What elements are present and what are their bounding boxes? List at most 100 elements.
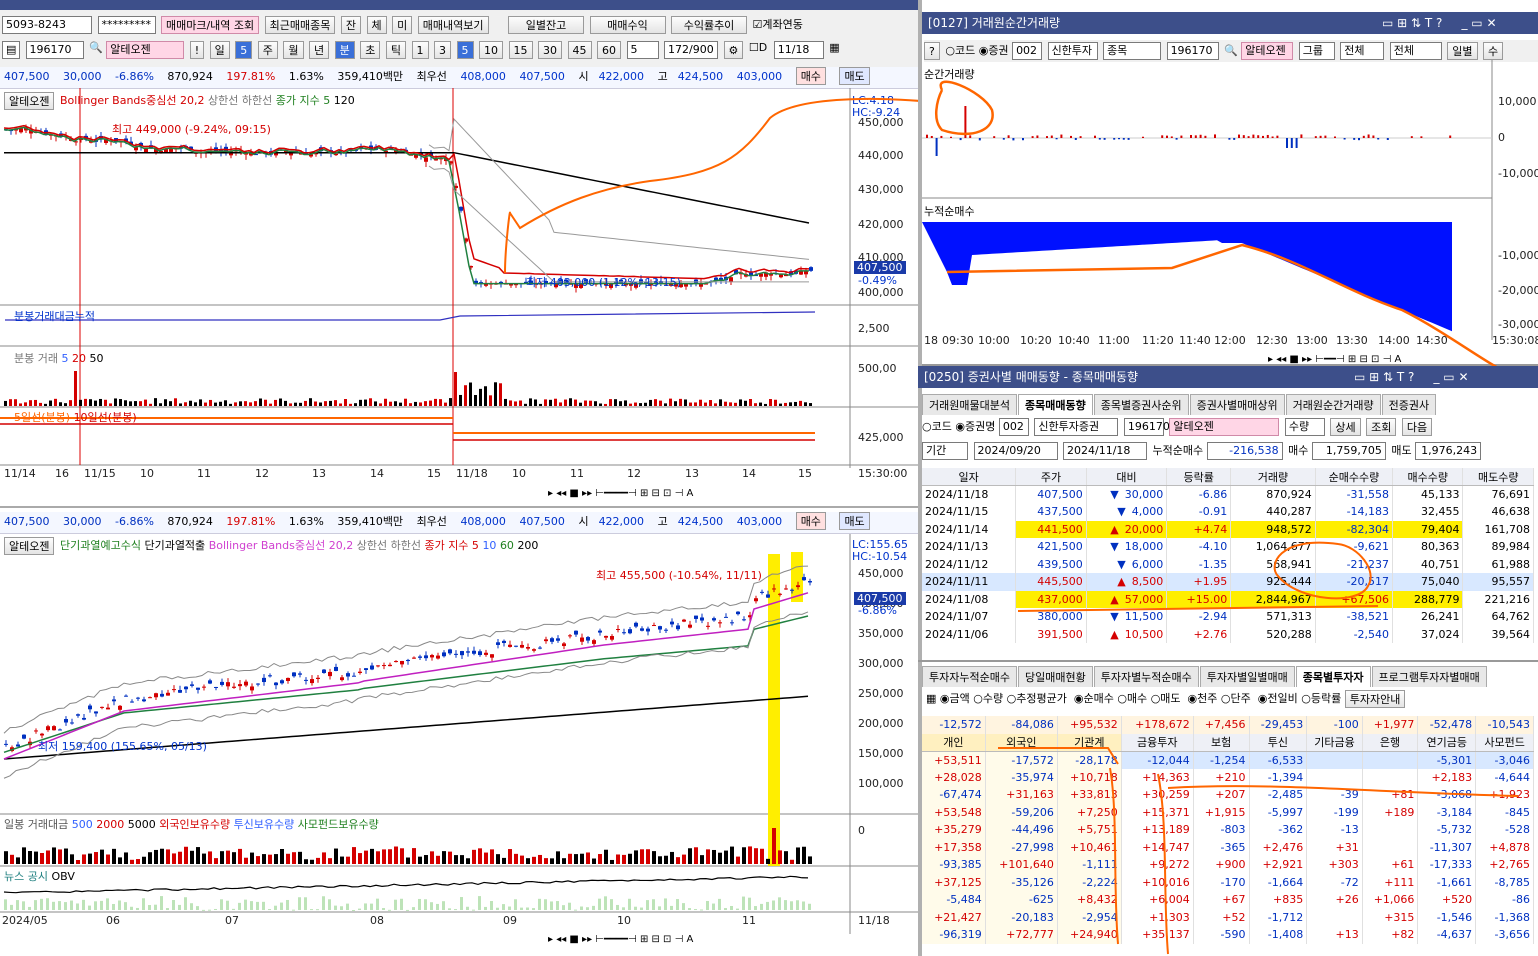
period-n-select[interactable]: 5 bbox=[235, 41, 253, 59]
investor-header[interactable]: 개인 bbox=[922, 733, 986, 752]
table-row[interactable]: -96,319 +72,777 +24,940 +35,137 -590 -1,408 +1… bbox=[922, 926, 1534, 944]
stock-name-field[interactable]: 알테오젠 bbox=[106, 41, 185, 59]
table-row[interactable]: 2024/11/13 421,500 ▼ 18,000 -4.10 1,064,677 -9… bbox=[922, 538, 1534, 556]
table-row[interactable]: +37,125 -35,126 -2,224 +10,016 -170 -1,664 -72… bbox=[922, 873, 1534, 891]
opt-sell[interactable]: ○ bbox=[1151, 692, 1161, 705]
intraday-chart-panel[interactable]: 알테오젠 Bollinger Bands중심선 20,2 상한선 하한선 종가 … bbox=[0, 88, 918, 508]
password-input[interactable]: ********* bbox=[97, 16, 156, 34]
table-row[interactable]: -5,484 -625 +8,432 +6,004 +67 +835 +26 +1,066 +5… bbox=[922, 891, 1534, 909]
opt-single[interactable]: ○ bbox=[1221, 692, 1231, 705]
period-second[interactable]: 초 bbox=[360, 41, 381, 59]
broker-scroll-controls[interactable]: ▸ ◂◂ ■ ▸▸ ⊢━━⊣ ⊞ ⊟ ⊡ ⊣ A bbox=[1268, 354, 1401, 365]
period-week[interactable]: 주 bbox=[257, 41, 278, 59]
chart1-scroll-controls[interactable]: ▸ ◂◂ ■ ▸▸ ⊢━━━━⊣ ⊞ ⊟ ⊡ ⊣ A bbox=[548, 488, 693, 499]
daily-chart-panel[interactable]: 알테오젠 단기과열예고수식 단기과열적출 Bollinger Bands중심선 … bbox=[0, 534, 918, 956]
tab-today-trade[interactable]: 당일매매현황 bbox=[1017, 666, 1093, 687]
opt-amount[interactable]: ◉ bbox=[940, 692, 950, 705]
opt-qty[interactable]: ○ bbox=[973, 692, 983, 705]
stock-trend-header[interactable]: 대비 bbox=[1086, 468, 1168, 486]
yield-trend-button[interactable]: 수익률추이 bbox=[671, 16, 748, 34]
table-row[interactable]: 2024/11/18 407,500 ▼ 30,000 -6.86 870,924 -31,… bbox=[922, 485, 1534, 503]
trade-history-button[interactable]: 매매내역보기 bbox=[417, 16, 489, 34]
period-minute[interactable]: 분 bbox=[334, 41, 355, 59]
investor-header[interactable]: 외국인 bbox=[985, 733, 1058, 752]
period-day[interactable]: 일 bbox=[209, 41, 230, 59]
opt-buy[interactable]: ○ bbox=[1117, 692, 1127, 705]
recent-stocks-button[interactable]: 최근매매종목 bbox=[264, 16, 336, 34]
table-row[interactable]: 2024/11/14 441,500 ▲ 20,000 +4.74 948,572 -82,… bbox=[922, 520, 1534, 538]
stock-trend-header[interactable]: 등락률 bbox=[1166, 468, 1232, 486]
investor-header[interactable]: 금융투자 bbox=[1121, 733, 1194, 752]
period-tick[interactable]: 틱 bbox=[385, 41, 406, 59]
table-row[interactable]: 2024/11/12 439,500 ▼ 6,000 -1.35 568,941 -21,2… bbox=[922, 555, 1534, 573]
tab-investor-cum[interactable]: 투자자누적순매수 bbox=[922, 666, 1017, 687]
sell-button[interactable]: 매도 bbox=[839, 67, 870, 85]
calendar-icon[interactable]: ▦ bbox=[829, 41, 839, 54]
opt-prevday[interactable]: ◉ bbox=[1258, 692, 1268, 705]
interval-1[interactable]: 1 bbox=[411, 41, 429, 59]
opt-avg[interactable]: ○ bbox=[1007, 692, 1017, 705]
buy-button[interactable]: 매수 bbox=[795, 67, 826, 85]
table-row[interactable]: -93,385 +101,640 -1,111 +9,272 +900 +2,921 +30… bbox=[922, 856, 1534, 874]
investor-header[interactable]: 은행 bbox=[1362, 733, 1419, 752]
d-checkbox[interactable]: ☐ bbox=[749, 41, 759, 54]
stock-field-3[interactable]: 알테오젠 bbox=[1169, 418, 1280, 436]
next-button[interactable]: 다음 bbox=[1401, 418, 1433, 436]
broker-code-input-2[interactable]: 002 bbox=[998, 418, 1029, 436]
investor-info-button[interactable]: 투자자안내 bbox=[1344, 690, 1406, 708]
interval-10[interactable]: 10 bbox=[479, 41, 503, 59]
stock-trend-header[interactable]: 일자 bbox=[922, 468, 1017, 486]
tab-stock-investor[interactable]: 종목별투자자 bbox=[1295, 666, 1371, 687]
interval-custom[interactable]: 5 bbox=[626, 41, 659, 59]
balance-button[interactable]: 잔 bbox=[340, 16, 362, 34]
buy-button-2[interactable]: 매수 bbox=[795, 512, 826, 530]
tab-broker-top[interactable]: 증권사별매매상위 bbox=[1189, 394, 1285, 415]
period-year[interactable]: 년 bbox=[309, 41, 330, 59]
tab-instant-volume[interactable]: 거래원순간거래량 bbox=[1285, 394, 1381, 415]
date-to-input[interactable]: 2024/11/18 bbox=[1063, 442, 1147, 460]
period-month[interactable]: 월 bbox=[283, 41, 304, 59]
window-controls-2[interactable]: ▭ ⊞ ⇅ T ? _ ▭ ✕ bbox=[1354, 370, 1469, 384]
tab-program-investor[interactable]: 프로그램투자자별매매 bbox=[1371, 666, 1487, 687]
tab-stock-trend[interactable]: 종목매매동향 bbox=[1017, 394, 1093, 415]
daily-balance-button[interactable]: 일별잔고 bbox=[508, 16, 585, 34]
date-from-input[interactable]: 2024/09/20 bbox=[973, 442, 1058, 460]
grid-icon[interactable]: ▦ bbox=[926, 692, 936, 705]
tools-icon[interactable]: ⚙ bbox=[723, 41, 744, 59]
link-checkbox[interactable]: ☑ bbox=[753, 18, 763, 31]
stock-trend-header[interactable]: 주가 bbox=[1015, 468, 1087, 486]
interval-15[interactable]: 15 bbox=[508, 41, 533, 59]
profit-button[interactable]: 매매수익 bbox=[589, 16, 666, 34]
table-row[interactable]: +21,427 -20,183 -2,954 +1,303 +52 -1,712 +315-… bbox=[922, 908, 1534, 926]
interval-45[interactable]: 45 bbox=[567, 41, 592, 59]
tab-investor-daily[interactable]: 투자자별일별매매 bbox=[1199, 666, 1295, 687]
investor-header[interactable]: 기관계 bbox=[1057, 733, 1122, 752]
unit-select[interactable]: 수량 bbox=[1284, 418, 1325, 436]
stock-trend-header[interactable]: 매도수량 bbox=[1462, 468, 1534, 486]
chart2-scroll-controls[interactable]: ▸ ◂◂ ■ ▸▸ ⊢━━━━⊣ ⊞ ⊟ ⊡ ⊣ A bbox=[548, 934, 693, 945]
table-row[interactable]: -67,474 +31,163 +33,813 +30,259 +207 -2,485 -3… bbox=[922, 786, 1534, 804]
interval-3[interactable]: 3 bbox=[434, 41, 451, 59]
investor-header[interactable]: 투신 bbox=[1249, 733, 1308, 752]
account-input[interactable]: 5093-8243 bbox=[2, 16, 92, 34]
stock-trend-header[interactable]: 매수수량 bbox=[1392, 468, 1464, 486]
unfilled-button[interactable]: 미 bbox=[392, 16, 413, 34]
trade-mark-button[interactable]: 매매마크/내역 조회 bbox=[161, 16, 260, 34]
table-row[interactable]: 2024/11/11 445,500 ▲ 8,500 +1.95 925,444 -20,5… bbox=[922, 573, 1534, 591]
investor-header[interactable]: 기타금융 bbox=[1306, 733, 1363, 752]
date-field[interactable]: 11/18 bbox=[773, 41, 824, 59]
detail-button[interactable]: 상세 bbox=[1330, 418, 1361, 436]
stock-trend-header[interactable]: 거래량 bbox=[1230, 468, 1316, 486]
interval-30[interactable]: 30 bbox=[538, 41, 562, 59]
table-row[interactable]: +35,279 -44,496 +5,751 +13,189 -803 -362 -13 -5… bbox=[922, 821, 1534, 839]
table-row[interactable]: 2024/11/06 391,500 ▲ 10,500 +2.76 520,288 -2,5… bbox=[922, 625, 1534, 643]
investor-header[interactable]: 연기금등 bbox=[1417, 733, 1477, 752]
investor-header[interactable]: 보험 bbox=[1193, 733, 1250, 752]
table-row[interactable]: +53,511 -17,572 -28,178 -12,044 -1,254 -6,533… bbox=[922, 751, 1534, 769]
search-icon[interactable]: 🔍 bbox=[89, 41, 103, 54]
stock-trend-header[interactable]: 순매수수량 bbox=[1315, 468, 1394, 486]
tab-investor-cum-net[interactable]: 투자자별누적순매수 bbox=[1093, 666, 1199, 687]
tab-all-brokers[interactable]: 전증권사 bbox=[1381, 394, 1437, 415]
opt-thousand[interactable]: ◉ bbox=[1188, 692, 1198, 705]
code-input-3[interactable]: 196170 bbox=[1123, 418, 1170, 436]
